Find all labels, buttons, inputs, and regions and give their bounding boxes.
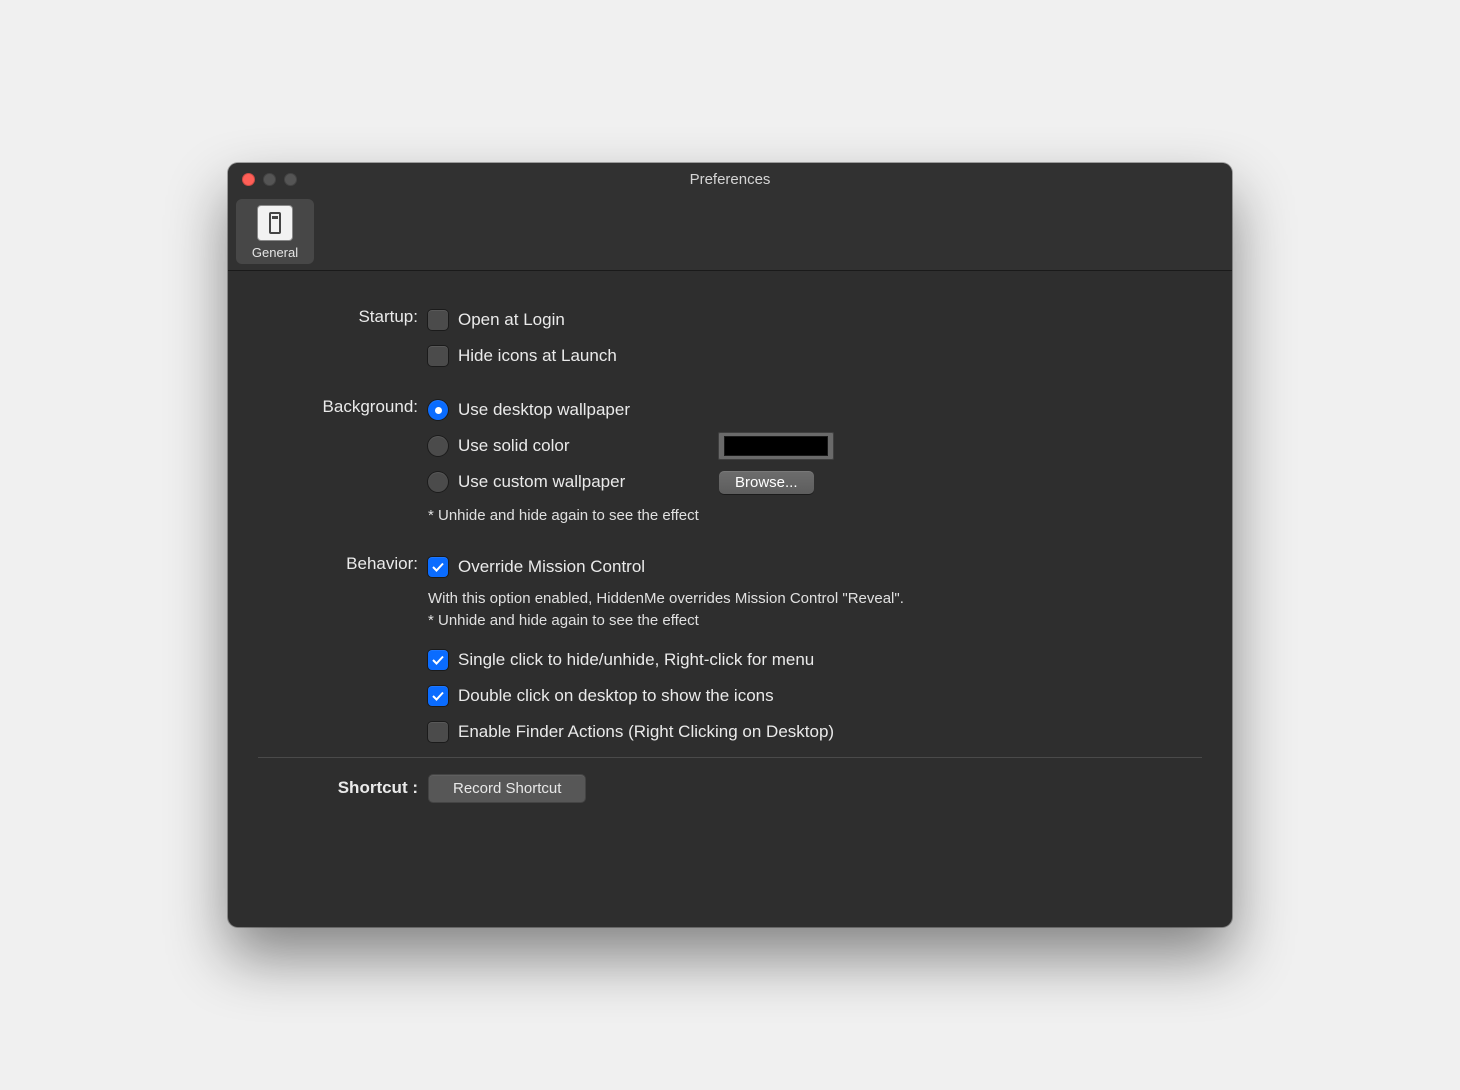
- window-title: Preferences: [228, 171, 1232, 188]
- hide-at-launch-label: Hide icons at Launch: [458, 346, 617, 366]
- close-button[interactable]: [242, 173, 255, 186]
- use-desktop-wallpaper-radio[interactable]: [428, 400, 448, 420]
- hide-at-launch-checkbox[interactable]: [428, 346, 448, 366]
- override-mission-control-checkbox[interactable]: [428, 557, 448, 577]
- double-click-label: Double click on desktop to show the icon…: [458, 686, 774, 706]
- browse-button[interactable]: Browse...: [719, 471, 814, 494]
- background-label: Background:: [258, 395, 428, 417]
- section-startup: Startup: Open at Login Hide icons at Lau…: [258, 305, 1202, 371]
- override-note-2: * Unhide and hide again to see the effec…: [428, 610, 1202, 633]
- use-solid-color-label: Use solid color: [458, 436, 618, 456]
- single-click-checkbox[interactable]: [428, 650, 448, 670]
- preferences-window: Preferences General Startup: Open at Log…: [228, 163, 1232, 927]
- use-custom-wallpaper-radio[interactable]: [428, 472, 448, 492]
- divider: [258, 757, 1202, 758]
- content: Startup: Open at Login Hide icons at Lau…: [228, 271, 1232, 927]
- use-solid-color-radio[interactable]: [428, 436, 448, 456]
- finder-actions-label: Enable Finder Actions (Right Clicking on…: [458, 722, 834, 742]
- open-at-login-checkbox[interactable]: [428, 310, 448, 330]
- zoom-button[interactable]: [284, 173, 297, 186]
- titlebar: Preferences: [228, 163, 1232, 195]
- switch-icon: [257, 205, 293, 241]
- section-background: Background: Use desktop wallpaper Use so…: [258, 395, 1202, 528]
- single-click-label: Single click to hide/unhide, Right-click…: [458, 650, 814, 670]
- tab-general-label: General: [252, 245, 298, 260]
- open-at-login-label: Open at Login: [458, 310, 565, 330]
- minimize-button[interactable]: [263, 173, 276, 186]
- override-mission-control-label: Override Mission Control: [458, 557, 645, 577]
- override-note-1: With this option enabled, HiddenMe overr…: [428, 588, 1202, 611]
- traffic-lights: [228, 173, 297, 186]
- use-custom-wallpaper-label: Use custom wallpaper: [458, 472, 688, 492]
- section-behavior: Behavior: Override Mission Control With …: [258, 552, 1202, 747]
- use-desktop-wallpaper-label: Use desktop wallpaper: [458, 400, 630, 420]
- behavior-label: Behavior:: [258, 552, 428, 574]
- shortcut-label: Shortcut :: [258, 778, 428, 798]
- solid-color-well[interactable]: [718, 432, 834, 460]
- section-shortcut: Shortcut : Record Shortcut: [258, 774, 1202, 803]
- finder-actions-checkbox[interactable]: [428, 722, 448, 742]
- solid-color-swatch: [724, 436, 828, 456]
- background-note: * Unhide and hide again to see the effec…: [428, 505, 1202, 528]
- tab-general[interactable]: General: [236, 199, 314, 264]
- startup-label: Startup:: [258, 305, 428, 327]
- record-shortcut-button[interactable]: Record Shortcut: [428, 774, 586, 803]
- double-click-checkbox[interactable]: [428, 686, 448, 706]
- toolbar: General: [228, 195, 1232, 271]
